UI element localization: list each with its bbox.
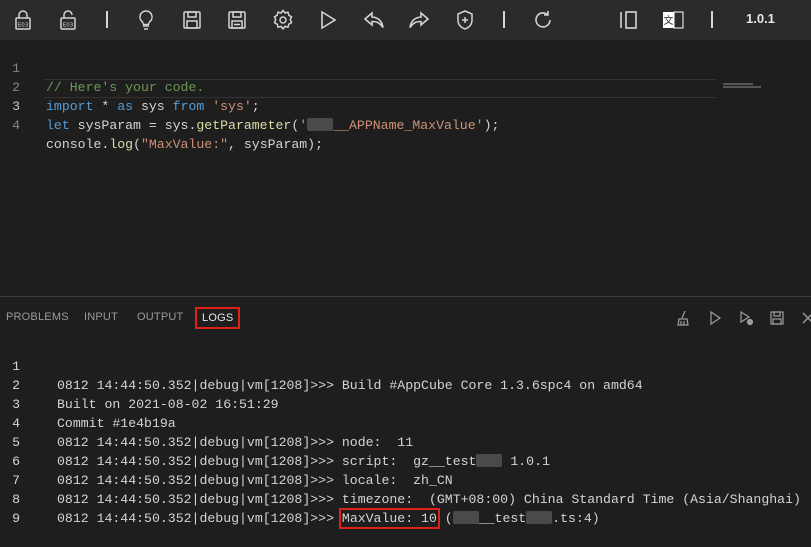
clear-icon[interactable] [676, 310, 692, 326]
code-editor[interactable]: 1 // Here's your code. 2 import * as sys… [0, 40, 811, 296]
lightbulb-icon[interactable] [134, 8, 158, 32]
code-function: log [109, 137, 134, 152]
undo-icon[interactable] [362, 8, 386, 32]
panel-header: PROBLEMS INPUT OUTPUT LOGS [0, 297, 811, 338]
svg-text:文: 文 [664, 14, 674, 27]
run-icon[interactable] [707, 310, 723, 326]
code-line: 2 import * as sys from 'sys'; [0, 59, 811, 114]
tab-output[interactable]: OUTPUT [137, 311, 183, 323]
shield-add-icon[interactable] [453, 8, 477, 32]
tab-logs[interactable]: LOGS [195, 307, 241, 329]
toolbar-separator [503, 11, 505, 28]
log-line: 5 0812 14:44:50.352|debug|vm[1208]>>> sc… [0, 414, 811, 469]
log-text: .ts:4) [552, 511, 600, 526]
code-line: 3 let sysParam = sys.getParameter(' __APP… [0, 78, 811, 133]
unlock-icon[interactable]: E03 [56, 8, 80, 32]
toolbar: E03 E03 文 1.0.1 [0, 0, 811, 40]
svg-text:E03: E03 [18, 23, 29, 29]
redacted-block [526, 511, 553, 524]
save-icon[interactable] [180, 8, 204, 32]
logs-output[interactable]: 1 0812 14:44:50.352|debug|vm[1208]>>> Bu… [0, 338, 811, 529]
log-line: 8 0812 14:44:50.352|debug|vm[1208]>>> Ma… [0, 471, 811, 529]
log-line: 7 0812 14:44:50.352|debug|vm[1208]>>> ti… [0, 452, 811, 507]
code-string: ' [299, 118, 308, 133]
code-text: ); [483, 118, 500, 133]
highlighted-max-value: MaxValue: 10 [338, 508, 440, 529]
run-debug-icon[interactable] [738, 310, 754, 326]
redo-icon[interactable] [407, 8, 431, 32]
code-text: console. [46, 137, 110, 152]
log-text: ( [436, 511, 453, 526]
code-text: ( [133, 137, 141, 152]
log-line: 6 0812 14:44:50.352|debug|vm[1208]>>> lo… [0, 433, 811, 488]
log-text: 0812 14:44:50.352|debug|vm[1208]>>> [57, 511, 342, 526]
line-number: 4 [12, 118, 20, 133]
log-line: 2 Built on 2021-08-02 16:51:29 [0, 357, 811, 412]
close-icon[interactable] [800, 310, 811, 326]
run-icon[interactable] [316, 8, 340, 32]
save-all-icon[interactable] [225, 8, 249, 32]
version-label[interactable]: 1.0.1 [746, 11, 775, 26]
code-line: 4 console.log("MaxValue:", sysParam); [0, 97, 811, 152]
redacted-block [307, 118, 334, 131]
code-string: __APPName_MaxValue' [333, 118, 484, 133]
code-string: "MaxValue:" [140, 137, 229, 152]
log-line: 3 Commit #1e4b19a [0, 376, 811, 431]
tab-input[interactable]: INPUT [84, 311, 118, 323]
translate-icon[interactable]: 文 [661, 8, 685, 32]
log-line: 9 [0, 490, 811, 526]
refresh-icon[interactable] [531, 8, 555, 32]
tab-problems[interactable]: PROBLEMS [6, 311, 69, 323]
toolbar-separator [711, 11, 713, 28]
log-text: __test [478, 511, 527, 526]
code-text: , sysParam); [228, 137, 324, 152]
redacted-block [452, 511, 479, 524]
settings-icon[interactable] [271, 8, 295, 32]
svg-text:E03: E03 [63, 23, 74, 29]
code-line: 1 // Here's your code. [0, 40, 811, 95]
log-line: 4 0812 14:44:50.352|debug|vm[1208]>>> no… [0, 395, 811, 450]
log-line: 1 0812 14:44:50.352|debug|vm[1208]>>> Bu… [0, 338, 811, 393]
toolbar-separator [106, 11, 108, 28]
split-view-icon[interactable] [616, 8, 640, 32]
code-function: getParameter [196, 118, 292, 133]
code-text: sysParam = sys. [69, 118, 197, 133]
code-keyword: let [46, 118, 70, 133]
save-icon[interactable] [769, 310, 785, 326]
lock-icon[interactable]: E03 [11, 8, 35, 32]
